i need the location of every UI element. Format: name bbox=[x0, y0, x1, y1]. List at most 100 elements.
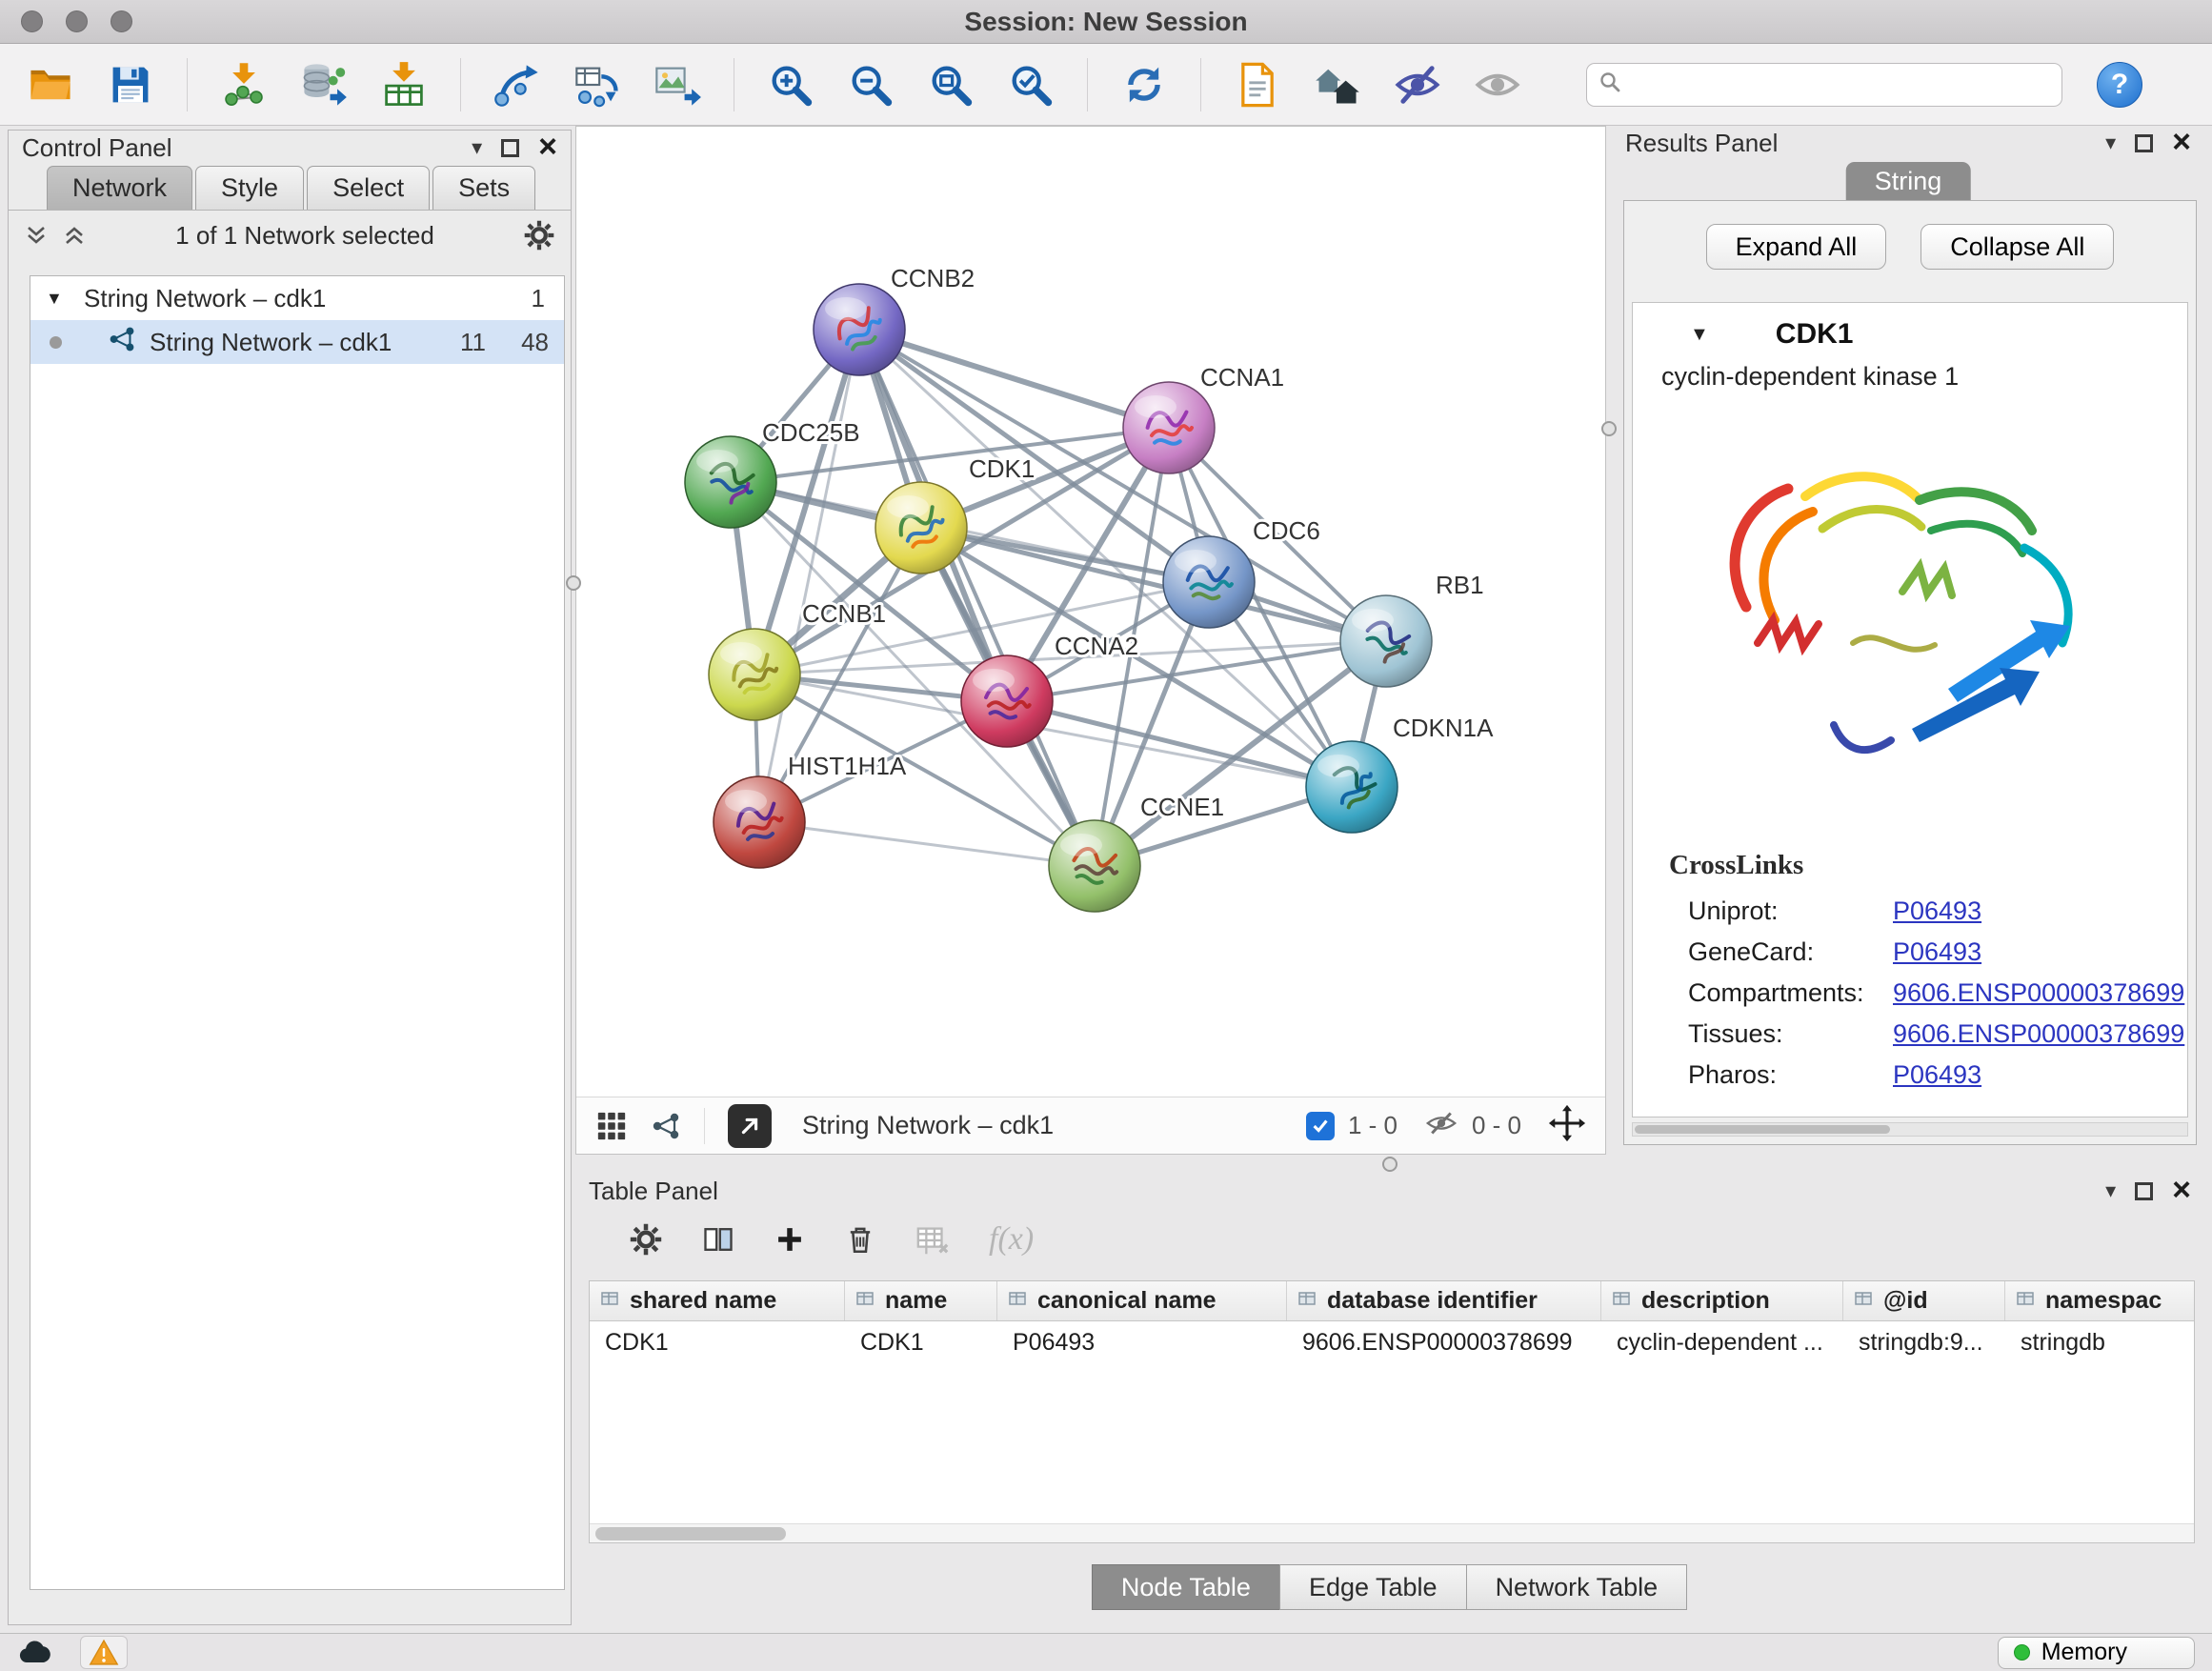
memory-button[interactable]: Memory bbox=[1998, 1637, 2195, 1669]
selected-checkbox-icon[interactable] bbox=[1306, 1112, 1335, 1140]
network-options-gear-icon[interactable] bbox=[523, 219, 555, 252]
close-panel-icon[interactable]: × bbox=[538, 134, 557, 160]
table-cell[interactable]: 9606.ENSP00000378699 bbox=[1287, 1321, 1601, 1363]
search-box[interactable] bbox=[1586, 63, 2062, 107]
pan-crosshair-icon[interactable] bbox=[1548, 1104, 1586, 1147]
tab-string[interactable]: String bbox=[1846, 162, 1971, 200]
node-CCNB2[interactable] bbox=[814, 284, 905, 375]
scrollbar-thumb[interactable] bbox=[595, 1527, 786, 1540]
network-view[interactable]: CCNB2CCNA1CDC25BCDK1CDC6RB1CCNB1CCNA2CDK… bbox=[575, 126, 1606, 1155]
node-CCNE1[interactable] bbox=[1049, 820, 1140, 912]
export-image-icon[interactable] bbox=[646, 53, 709, 116]
node-RB1[interactable] bbox=[1340, 595, 1432, 687]
network-overview-icon[interactable] bbox=[651, 1111, 681, 1141]
open-document-icon[interactable] bbox=[1226, 53, 1289, 116]
table-row[interactable]: CDK1CDK1P064939606.ENSP00000378699cyclin… bbox=[590, 1321, 2194, 1363]
crosslink-uniprot-[interactable]: P06493 bbox=[1893, 896, 1981, 926]
node-HIST1H1A[interactable] bbox=[714, 776, 805, 868]
expand-all-button[interactable]: Expand All bbox=[1706, 224, 1887, 270]
network-canvas-svg[interactable]: CCNB2CCNA1CDC25BCDK1CDC6RB1CCNB1CCNA2CDK… bbox=[576, 127, 1605, 1097]
delete-column-trash-icon[interactable] bbox=[844, 1223, 876, 1256]
maximize-panel-icon[interactable] bbox=[501, 139, 519, 157]
float-panel-icon[interactable]: ▾ bbox=[2105, 132, 2116, 153]
tab-style[interactable]: Style bbox=[195, 166, 304, 210]
import-network-database-icon[interactable] bbox=[292, 53, 355, 116]
network-from-table-icon[interactable] bbox=[566, 53, 629, 116]
open-in-window-button[interactable] bbox=[728, 1104, 772, 1148]
network-row-selected[interactable]: String Network – cdk1 11 48 bbox=[30, 320, 564, 364]
hidden-eye-icon[interactable] bbox=[1424, 1106, 1458, 1145]
birds-eye-grid-icon[interactable] bbox=[595, 1110, 628, 1142]
create-column-icon[interactable] bbox=[774, 1223, 806, 1256]
crosslink-pharos-[interactable]: P06493 bbox=[1893, 1060, 1981, 1090]
close-panel-icon[interactable]: × bbox=[2172, 130, 2191, 155]
table-cell[interactable]: stringdb bbox=[2005, 1321, 2195, 1363]
edge-CCNB2-CCNE1[interactable] bbox=[859, 330, 1095, 866]
save-session-icon[interactable] bbox=[99, 53, 162, 116]
maximize-panel-icon[interactable] bbox=[2135, 1182, 2153, 1200]
column-header-namespac[interactable]: namespac bbox=[2005, 1281, 2195, 1320]
warning-icon[interactable] bbox=[80, 1636, 128, 1669]
tab-node-table[interactable]: Node Table bbox=[1092, 1564, 1280, 1610]
tab-sets[interactable]: Sets bbox=[432, 166, 535, 210]
column-header--id[interactable]: @id bbox=[1843, 1281, 2005, 1320]
edge-CCNB2-CCNA1[interactable] bbox=[859, 330, 1169, 428]
close-panel-icon[interactable]: × bbox=[2172, 1178, 2191, 1203]
column-header-canonical-name[interactable]: canonical name bbox=[997, 1281, 1287, 1320]
import-network-file-icon[interactable] bbox=[212, 53, 275, 116]
table-cell[interactable]: cyclin-dependent ... bbox=[1601, 1321, 1843, 1363]
maximize-panel-icon[interactable] bbox=[2135, 134, 2153, 152]
cloud-icon[interactable] bbox=[17, 1640, 55, 1666]
zoom-selected-icon[interactable] bbox=[999, 53, 1062, 116]
column-header-shared-name[interactable]: shared name bbox=[590, 1281, 845, 1320]
table-cell[interactable]: CDK1 bbox=[590, 1321, 845, 1363]
crosslink-tissues-[interactable]: 9606.ENSP00000378699 bbox=[1893, 1019, 2184, 1049]
expand-all-icon[interactable] bbox=[62, 223, 87, 248]
splitter-handle[interactable] bbox=[566, 575, 581, 591]
network-collection-row[interactable]: ▼ String Network – cdk1 1 bbox=[30, 276, 564, 320]
network-arrows-icon[interactable] bbox=[486, 53, 549, 116]
node-CDKN1A[interactable] bbox=[1306, 741, 1398, 833]
node-CDK1[interactable] bbox=[875, 482, 967, 574]
node-CCNB1[interactable] bbox=[709, 629, 800, 720]
collapse-section-icon[interactable]: ▼ bbox=[1690, 324, 1709, 346]
edge-HIST1H1A-CCNE1[interactable] bbox=[759, 822, 1095, 866]
collapse-all-icon[interactable] bbox=[24, 223, 49, 248]
column-header-database-identifier[interactable]: database identifier bbox=[1287, 1281, 1601, 1320]
splitter-handle[interactable] bbox=[1601, 421, 1617, 436]
column-header-description[interactable]: description bbox=[1601, 1281, 1843, 1320]
node-CDC25B[interactable] bbox=[685, 436, 776, 528]
search-input[interactable] bbox=[1629, 70, 2050, 99]
table-horizontal-scrollbar[interactable] bbox=[590, 1523, 2194, 1542]
results-horizontal-scrollbar[interactable] bbox=[1632, 1122, 2188, 1137]
crosslink-compartments-[interactable]: 9606.ENSP00000378699 bbox=[1893, 978, 2184, 1008]
table-options-gear-icon[interactable] bbox=[629, 1222, 663, 1257]
zoom-fit-icon[interactable] bbox=[919, 53, 982, 116]
collapse-arrow-icon[interactable]: ▼ bbox=[46, 289, 70, 309]
node-CCNA2[interactable] bbox=[961, 655, 1053, 747]
help-button[interactable]: ? bbox=[2097, 62, 2142, 108]
table-cell[interactable]: CDK1 bbox=[845, 1321, 997, 1363]
refresh-network-icon[interactable] bbox=[1113, 53, 1176, 116]
float-panel-icon[interactable]: ▾ bbox=[472, 137, 482, 158]
show-columns-icon[interactable] bbox=[701, 1222, 735, 1257]
function-builder-icon[interactable]: f(x) bbox=[989, 1221, 1034, 1258]
float-panel-icon[interactable]: ▾ bbox=[2105, 1180, 2116, 1201]
tab-select[interactable]: Select bbox=[307, 166, 430, 210]
hide-selected-icon[interactable] bbox=[1386, 53, 1449, 116]
table-cell[interactable]: stringdb:9... bbox=[1843, 1321, 2005, 1363]
open-session-icon[interactable] bbox=[19, 53, 82, 116]
node-CDC6[interactable] bbox=[1163, 536, 1255, 628]
zoom-in-icon[interactable] bbox=[759, 53, 822, 116]
tab-network[interactable]: Network bbox=[47, 166, 192, 210]
column-header-name[interactable]: name bbox=[845, 1281, 997, 1320]
zoom-out-icon[interactable] bbox=[839, 53, 902, 116]
delete-table-icon[interactable] bbox=[915, 1221, 951, 1258]
tab-network-table[interactable]: Network Table bbox=[1466, 1564, 1688, 1610]
edge-CCNB2-HIST1H1A[interactable] bbox=[759, 330, 859, 822]
tab-edge-table[interactable]: Edge Table bbox=[1279, 1564, 1467, 1610]
splitter-handle[interactable] bbox=[1382, 1157, 1398, 1172]
crosslink-genecard-[interactable]: P06493 bbox=[1893, 937, 1981, 967]
show-hidden-icon[interactable] bbox=[1466, 53, 1529, 116]
table-cell[interactable]: P06493 bbox=[997, 1321, 1287, 1363]
